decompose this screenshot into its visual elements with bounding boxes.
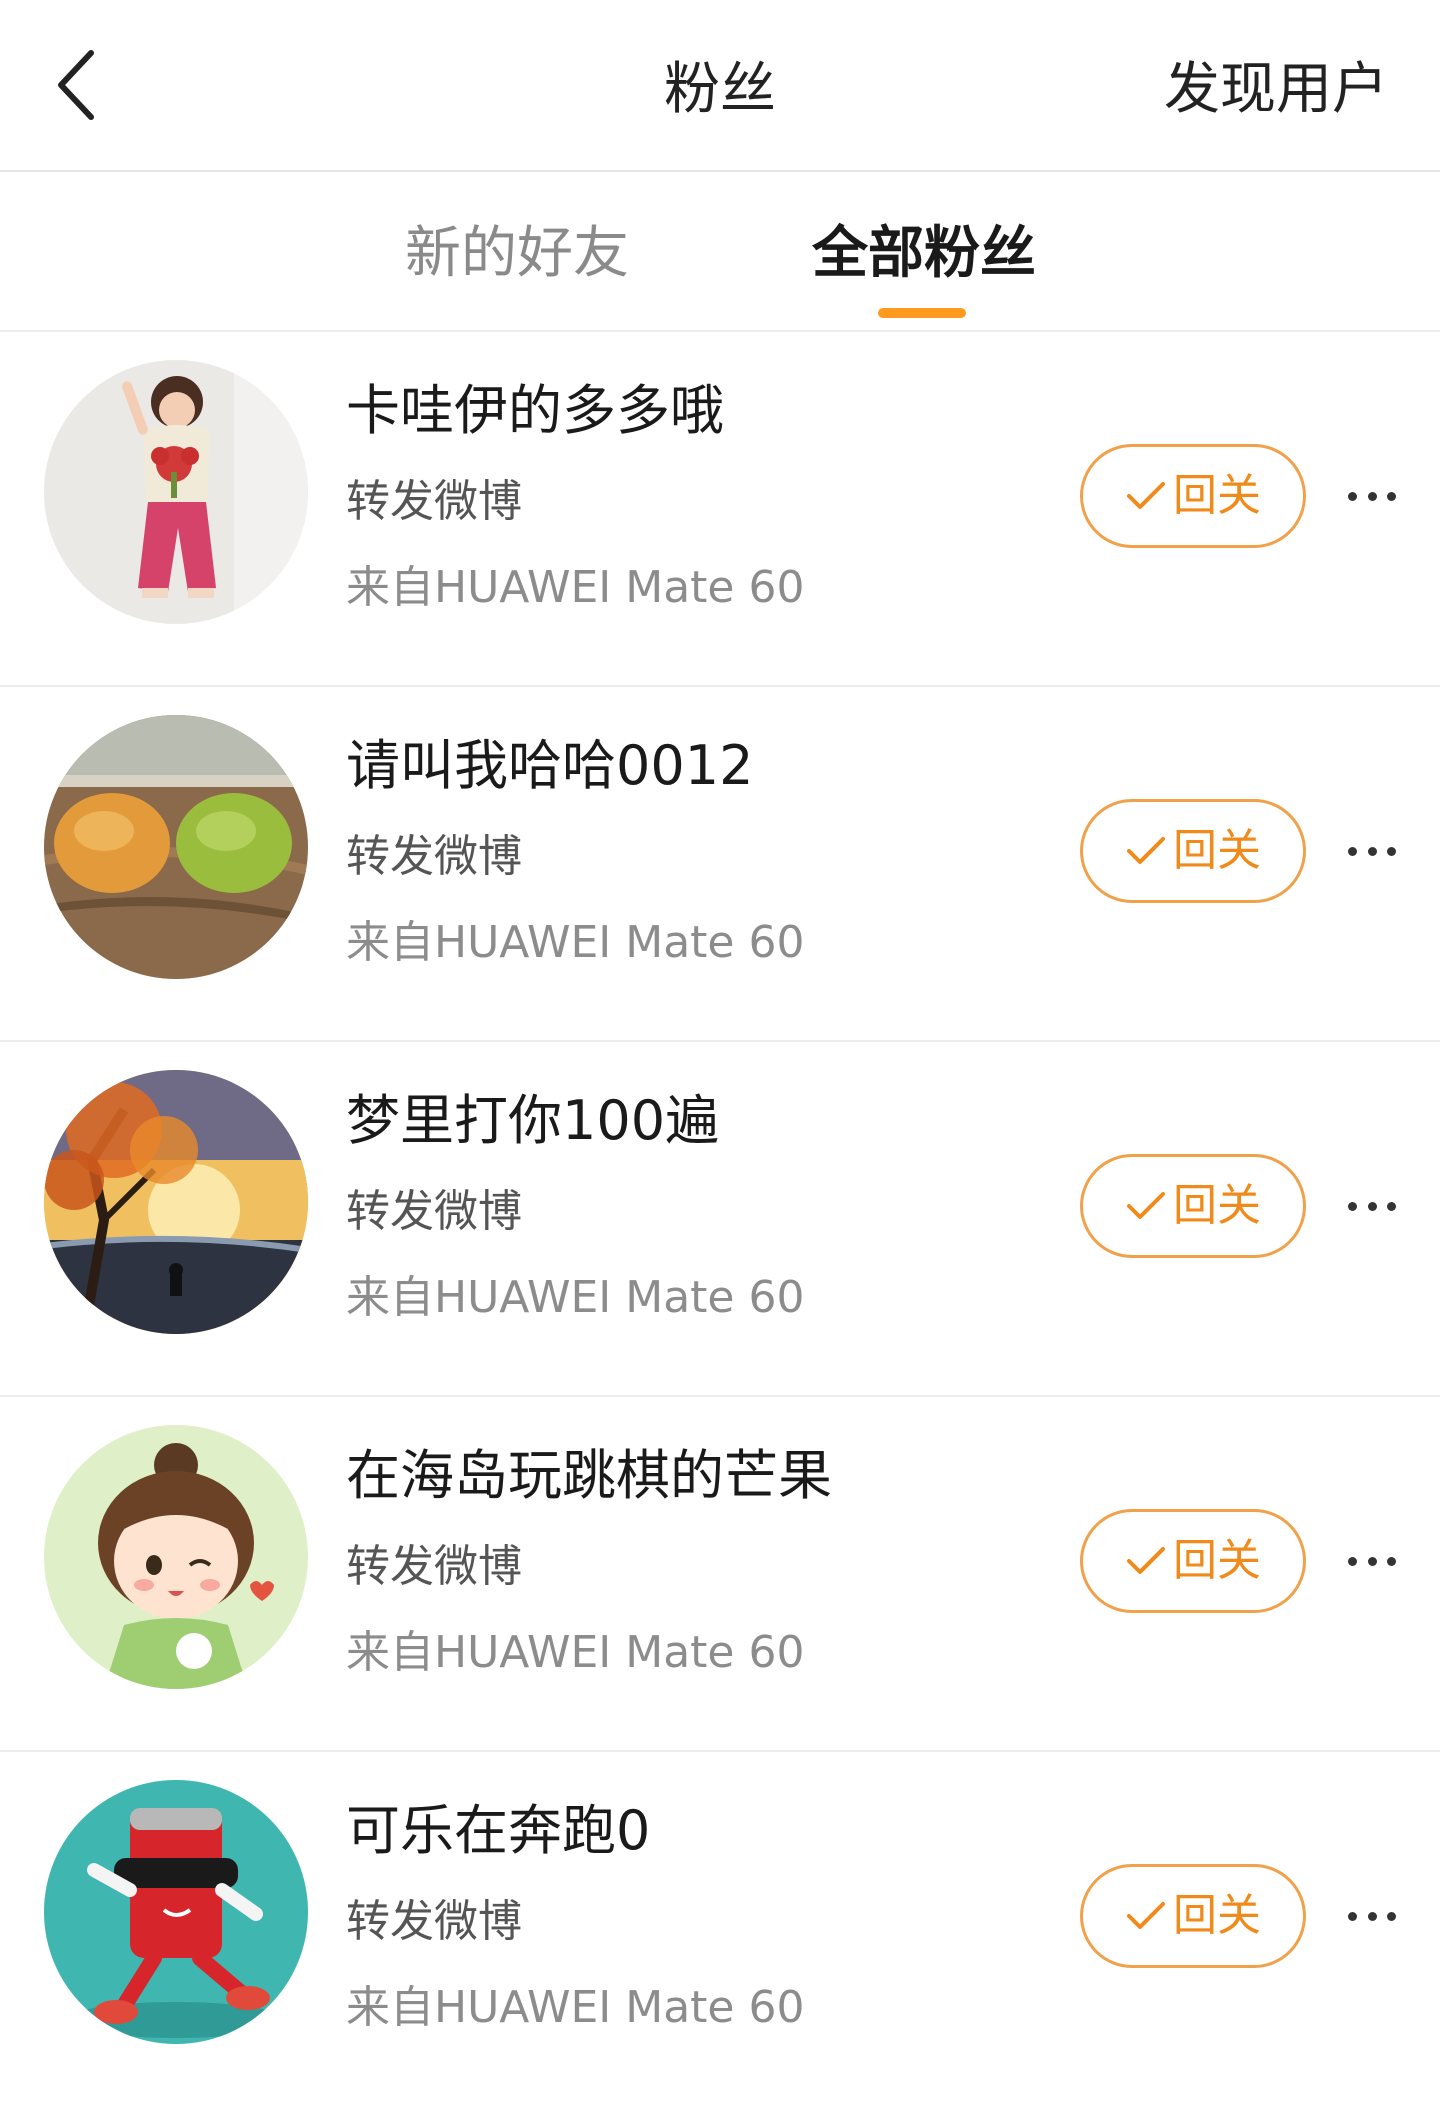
follow-back-label: 回关 — [1173, 1890, 1261, 1941]
more-options-icon[interactable] — [1348, 1535, 1396, 1587]
checkmark-icon — [1127, 482, 1165, 509]
avatar[interactable] — [44, 715, 308, 979]
avatar[interactable] — [44, 1070, 308, 1334]
navigation-bar: 粉丝 发现用户 — [0, 0, 1440, 172]
device-source: 来自HUAWEI Mate 60 — [346, 1982, 805, 2033]
follow-reason: 转发微博 — [346, 1186, 522, 1237]
more-options-icon[interactable] — [1348, 1890, 1396, 1942]
checkmark-icon — [1127, 837, 1165, 864]
device-source: 来自HUAWEI Mate 60 — [346, 1627, 805, 1678]
follow-reason: 转发微博 — [346, 1896, 522, 1947]
device-source: 来自HUAWEI Mate 60 — [346, 1272, 805, 1323]
follow-back-label: 回关 — [1173, 1535, 1261, 1586]
fan-name[interactable]: 请叫我哈哈0012 — [346, 729, 753, 803]
follow-back-button[interactable]: 回关 — [1080, 799, 1306, 903]
tab-new-friends[interactable]: 新的好友 — [405, 216, 629, 292]
fan-name[interactable]: 可乐在奔跑0 — [346, 1794, 650, 1868]
follow-back-label: 回关 — [1173, 825, 1261, 876]
follow-back-label: 回关 — [1173, 470, 1261, 521]
checkmark-icon — [1127, 1902, 1165, 1929]
more-options-icon[interactable] — [1348, 825, 1396, 877]
fans-list: 卡哇伊的多多哦 转发微博 来自HUAWEI Mate 60 回关 请叫我哈哈00… — [0, 332, 1440, 2101]
follow-back-button[interactable]: 回关 — [1080, 1864, 1306, 1968]
discover-users-button[interactable]: 发现用户 — [1164, 52, 1388, 128]
more-options-icon[interactable] — [1348, 470, 1396, 522]
fan-name[interactable]: 梦里打你100遍 — [346, 1084, 719, 1158]
follow-reason: 转发微博 — [346, 831, 522, 882]
follow-reason: 转发微博 — [346, 476, 522, 527]
checkmark-icon — [1127, 1547, 1165, 1574]
follow-back-button[interactable]: 回关 — [1080, 1509, 1306, 1613]
list-item[interactable]: 卡哇伊的多多哦 转发微博 来自HUAWEI Mate 60 回关 — [0, 332, 1440, 687]
avatar[interactable] — [44, 360, 308, 624]
fan-name[interactable]: 在海岛玩跳棋的芒果 — [346, 1439, 832, 1513]
list-item[interactable]: 可乐在奔跑0 转发微博 来自HUAWEI Mate 60 回关 — [0, 1752, 1440, 2101]
more-options-icon[interactable] — [1348, 1180, 1396, 1232]
follow-back-label: 回关 — [1173, 1180, 1261, 1231]
follow-back-button[interactable]: 回关 — [1080, 444, 1306, 548]
active-tab-indicator — [878, 308, 966, 318]
follow-back-button[interactable]: 回关 — [1080, 1154, 1306, 1258]
tab-all-fans[interactable]: 全部粉丝 — [812, 216, 1036, 292]
avatar[interactable] — [44, 1780, 308, 2044]
list-item[interactable]: 在海岛玩跳棋的芒果 转发微博 来自HUAWEI Mate 60 回关 — [0, 1397, 1440, 1752]
fan-name[interactable]: 卡哇伊的多多哦 — [346, 374, 724, 448]
device-source: 来自HUAWEI Mate 60 — [346, 562, 805, 613]
tab-bar: 新的好友 全部粉丝 — [0, 172, 1440, 332]
avatar[interactable] — [44, 1425, 308, 1689]
list-item[interactable]: 请叫我哈哈0012 转发微博 来自HUAWEI Mate 60 回关 — [0, 687, 1440, 1042]
device-source: 来自HUAWEI Mate 60 — [346, 917, 805, 968]
list-item[interactable]: 梦里打你100遍 转发微博 来自HUAWEI Mate 60 回关 — [0, 1042, 1440, 1397]
follow-reason: 转发微博 — [346, 1541, 522, 1592]
checkmark-icon — [1127, 1192, 1165, 1219]
